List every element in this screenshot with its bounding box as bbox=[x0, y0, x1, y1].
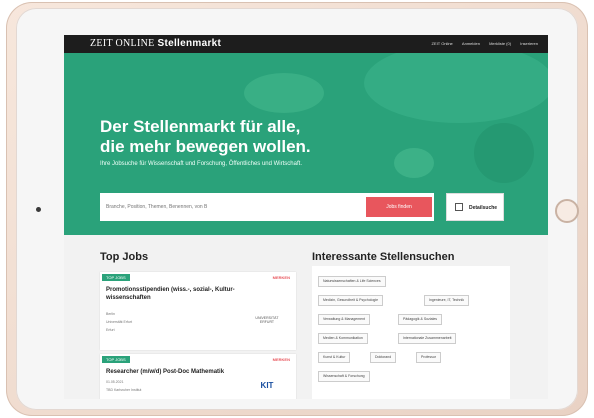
link-inserieren[interactable]: Inserieren bbox=[520, 41, 538, 46]
link-merkliste[interactable]: Merkliste (0) bbox=[489, 41, 511, 46]
search-button[interactable]: Jobs finden bbox=[366, 197, 432, 217]
search-tag[interactable]: Medien & Kommunikation bbox=[318, 333, 368, 344]
job-title[interactable]: Promotionsstipendien (wiss.-, sozial-, K… bbox=[106, 286, 276, 302]
job-employer: TBD Karlsruher Institut bbox=[106, 388, 142, 392]
logo-zeit: ZEIT bbox=[90, 38, 113, 49]
merken-button[interactable]: MERKEN bbox=[273, 357, 290, 362]
interessant-title: Interessante Stellensuchen bbox=[312, 251, 455, 263]
hero-title: Der Stellenmarkt für alle, die mehr bewe… bbox=[100, 117, 360, 157]
top-links: ZEIT Online Anmelden Merkliste (0) Inser… bbox=[424, 41, 538, 46]
search-tag[interactable]: Kunst & Kultur bbox=[318, 352, 351, 363]
search-tag[interactable]: Internationale Zusammenarbeit bbox=[398, 333, 457, 344]
search-tag[interactable]: Ingenieure, IT, Technik bbox=[424, 295, 469, 306]
merken-button[interactable]: MERKEN bbox=[273, 275, 290, 280]
job-location: Berlin bbox=[106, 312, 115, 316]
employer-logo: KIT bbox=[260, 381, 274, 390]
screen: ZEIT ONLINE Stellenmarkt ZEIT Online Anme… bbox=[64, 35, 548, 399]
site-logo[interactable]: ZEIT ONLINE Stellenmarkt bbox=[90, 38, 221, 49]
top-jobs-title: Top Jobs bbox=[100, 251, 149, 263]
search-box: Jobs finden bbox=[100, 193, 434, 221]
hero-illustration bbox=[394, 148, 434, 178]
search-tag[interactable]: Verwaltung & Management bbox=[318, 314, 371, 325]
search-tag[interactable]: Medizin, Gesundheit & Psychologie bbox=[318, 295, 384, 306]
detail-search-button[interactable]: Detailsuche bbox=[446, 193, 504, 221]
hero-subtitle: Ihre Jobsuche für Wissenschaft und Forsc… bbox=[100, 161, 302, 167]
top-job-badge: TOP JOBS bbox=[102, 274, 130, 281]
job-card[interactable]: TOP JOBS MERKEN Researcher (m/w/d) Post-… bbox=[100, 354, 296, 399]
hero-illustration bbox=[244, 73, 324, 113]
search-tags-panel: Naturwissenschaften & Life Sciences Medi… bbox=[312, 266, 510, 399]
top-navigation-bar: ZEIT ONLINE Stellenmarkt ZEIT Online Anme… bbox=[64, 35, 548, 53]
hero-title-line1: Der Stellenmarkt für alle, bbox=[100, 117, 301, 136]
search-tag[interactable]: Naturwissenschaften & Life Sciences bbox=[318, 276, 386, 287]
job-city: Erfurt bbox=[106, 328, 115, 332]
search-tag[interactable]: Professur bbox=[416, 352, 441, 363]
detail-search-label: Detailsuche bbox=[469, 205, 498, 211]
employer-logo: UNIVERSITÄT ERFURT bbox=[255, 316, 279, 324]
filter-icon bbox=[455, 203, 463, 211]
camera-icon bbox=[36, 207, 41, 212]
search-tag[interactable]: Wissenschaft & Forschung bbox=[318, 371, 370, 382]
search-tag[interactable]: Doktorand bbox=[370, 352, 397, 363]
content-section: Top Jobs Interessante Stellensuchen TOP … bbox=[64, 235, 548, 399]
job-date: 01.05.2021 bbox=[106, 380, 124, 384]
search-tag[interactable]: Pädagogik & Soziales bbox=[398, 314, 443, 325]
hero-illustration bbox=[364, 53, 548, 123]
job-employer: Universität Erfurt bbox=[106, 320, 133, 324]
search-input[interactable] bbox=[106, 202, 356, 212]
hero-illustration bbox=[474, 123, 534, 183]
link-zeit-online[interactable]: ZEIT Online bbox=[432, 41, 453, 46]
top-job-badge: TOP JOBS bbox=[102, 356, 130, 363]
logo-online: ONLINE bbox=[115, 38, 155, 49]
hero-section: Der Stellenmarkt für alle, die mehr bewe… bbox=[64, 53, 548, 235]
logo-stellenmarkt: Stellenmarkt bbox=[157, 38, 222, 49]
job-title[interactable]: Researcher (m/w/d) Post-Doc Mathematik bbox=[106, 368, 276, 376]
hero-title-line2: die mehr bewegen wollen. bbox=[100, 137, 311, 156]
link-anmelden[interactable]: Anmelden bbox=[462, 41, 480, 46]
home-button[interactable] bbox=[555, 199, 579, 223]
job-card[interactable]: TOP JOBS MERKEN Promotionsstipendien (wi… bbox=[100, 272, 296, 350]
